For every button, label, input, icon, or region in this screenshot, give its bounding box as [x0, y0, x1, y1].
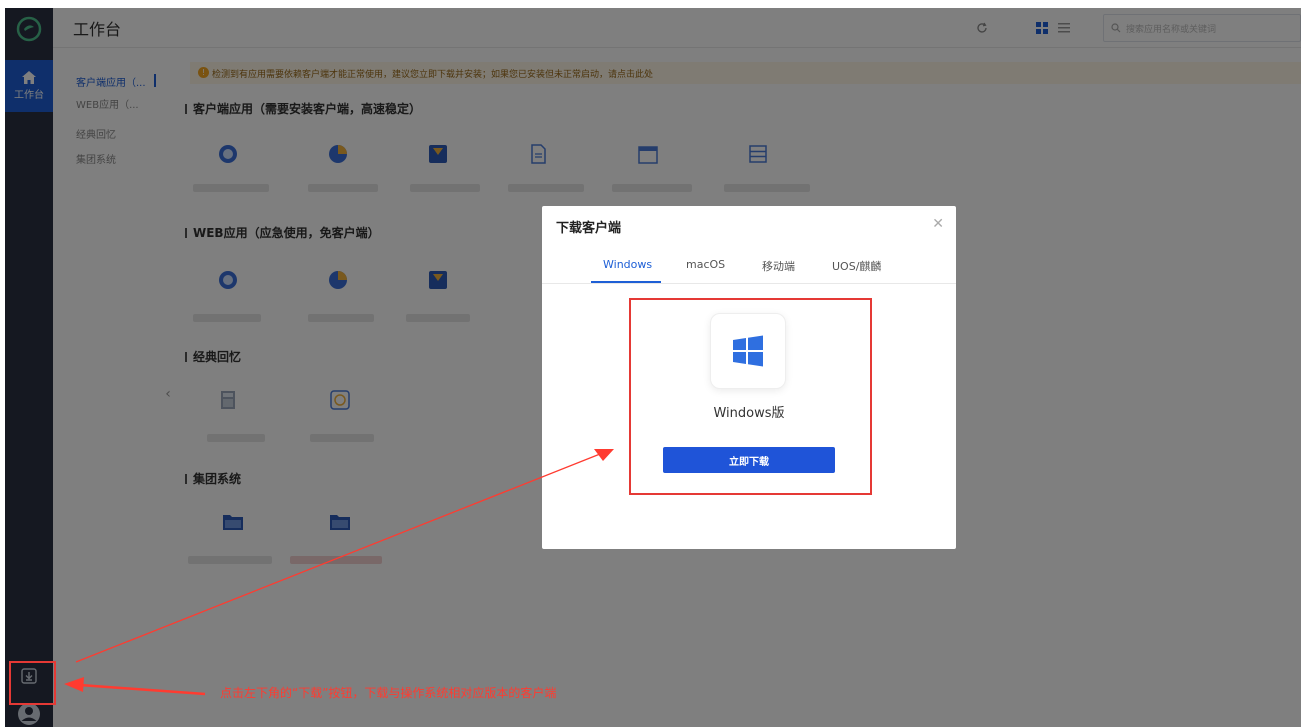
arrowhead-horizontal: [64, 677, 84, 692]
arrow-line-horizontal: [79, 683, 206, 696]
annotation-arrows: [64, 449, 614, 696]
app-root: 工作台 工作台: [0, 0, 1301, 727]
arrow-line-diagonal: [75, 453, 601, 663]
annotation-instruction-text: 点击左下角的“下载”按钮，下载与操作系统相对应版本的客户端: [220, 686, 557, 700]
